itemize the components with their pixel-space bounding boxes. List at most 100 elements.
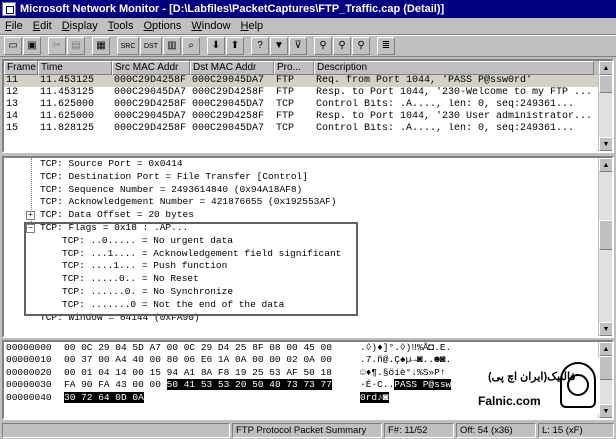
- scroll-down-icon[interactable]: ▼: [599, 322, 612, 336]
- detail-tree: TCP: Source Port = 0x0414 TCP: Destinatio…: [4, 158, 612, 324]
- table-cell: 000C29D4258F: [192, 87, 265, 98]
- column-header[interactable]: Pro...: [274, 61, 314, 75]
- scroll-up-icon[interactable]: ▲: [599, 158, 612, 172]
- table-cell: FTP: [276, 75, 295, 86]
- tree-node[interactable]: + TCP: Data Offset = 20 bytes: [4, 209, 612, 222]
- arrow-down-icon: ⬇: [211, 40, 221, 51]
- tree-node[interactable]: TCP: ...1.... = Acknowledgement field si…: [4, 248, 612, 261]
- column-header[interactable]: Dst MAC Addr: [190, 61, 274, 75]
- find-icon: ⚲: [319, 40, 327, 51]
- menu-options[interactable]: Options: [138, 20, 186, 32]
- hex-ascii[interactable]: .7.ñ@.Ç♠µ→◙..☻◙.: [360, 354, 470, 366]
- scroll-thumb[interactable]: [599, 356, 612, 380]
- find-prev-button[interactable]: ⚲: [352, 37, 370, 55]
- hex-bytes[interactable]: FA 90 FA 43 00 00 50 41 53 53 20 50 40 7…: [64, 379, 360, 391]
- find-next-button[interactable]: ⚲: [333, 37, 351, 55]
- menu-tools[interactable]: Tools: [103, 20, 139, 32]
- column-header[interactable]: Frame: [4, 61, 38, 75]
- hex-bytes[interactable]: 00 01 04 14 00 15 94 A1 8A F8 19 25 53 A…: [64, 367, 360, 379]
- menu-edit[interactable]: Edit: [28, 20, 57, 32]
- open-button[interactable]: ▭: [4, 37, 22, 55]
- arrow-down-button[interactable]: ⬇: [207, 37, 225, 55]
- properties-button[interactable]: ≣: [377, 37, 395, 55]
- menu-window[interactable]: Window: [186, 20, 235, 32]
- copy-button[interactable]: ▤: [67, 37, 85, 55]
- table-cell: 13: [6, 99, 19, 110]
- scroll-up-icon[interactable]: ▲: [599, 61, 612, 75]
- find-button[interactable]: ⚲: [314, 37, 332, 55]
- tree-node[interactable]: TCP: Sequence Number = 2493614840 (0x94A…: [4, 184, 612, 197]
- collapse-icon[interactable]: −: [26, 223, 35, 233]
- column-header[interactable]: Src MAC Addr: [112, 61, 190, 75]
- hex-bytes[interactable]: 30 72 64 0D 0A: [64, 391, 360, 404]
- tree-node[interactable]: TCP: .....0.. = No Reset: [4, 273, 612, 286]
- filter-grid-button[interactable]: ▥: [163, 37, 181, 55]
- tree-node-text: TCP: Data Offset = 20 bytes: [40, 209, 194, 221]
- tree-node[interactable]: − TCP: Flags = 0x18 : .AP...: [4, 222, 612, 235]
- hex-scrollbar[interactable]: ▲ ▼: [598, 342, 612, 418]
- hex-ascii[interactable]: ☺♦¶.§öíè°↓%S»P↑: [360, 367, 470, 379]
- table-cell: 000C29045DA7: [192, 75, 265, 86]
- hex-offset: 00000030: [6, 379, 52, 391]
- hex-ascii-plain: ·É·C..: [360, 379, 395, 391]
- source-mac-button[interactable]: SRC: [117, 37, 139, 55]
- hex-ascii[interactable]: 0rd♪◙: [360, 391, 470, 404]
- save-button[interactable]: ▣: [23, 37, 41, 55]
- arrow-up-button[interactable]: ⬆: [226, 37, 244, 55]
- tree-node[interactable]: TCP: Destination Port = File Transfer [C…: [4, 171, 612, 184]
- menu-help[interactable]: Help: [236, 20, 269, 32]
- filter-edit-button[interactable]: ⊽: [289, 37, 307, 55]
- detail-scrollbar[interactable]: ▲ ▼: [598, 158, 612, 336]
- print-button[interactable]: ▦: [92, 37, 110, 55]
- hex-bytes[interactable]: 00 37 00 A4 40 00 80 06 E6 1A 0A 00 00 0…: [64, 354, 360, 366]
- table-cell: FTP: [276, 87, 295, 98]
- hex-ascii[interactable]: .◊)♦]°.◊)‼%Å◘.E.: [360, 342, 470, 354]
- table-cell: Req. from Port 1044, 'PASS P@ssw0rd': [316, 75, 533, 86]
- cut-button[interactable]: ✂: [48, 37, 66, 55]
- table-row[interactable]: 12 11.453125 000C29045DA7 000C29D4258F FTP Re…: [4, 87, 612, 99]
- expand-icon[interactable]: +: [26, 211, 35, 221]
- logo-seal-icon: [560, 362, 596, 408]
- copy-icon: ▤: [71, 40, 81, 51]
- filter-button[interactable]: ▼: [270, 37, 288, 55]
- tree-node[interactable]: TCP: ..0..... = No urgent data: [4, 235, 612, 248]
- tree-node-text: TCP: Source Port = 0x0414: [40, 158, 183, 169]
- hex-row[interactable]: 00000000 00 0C 29 04 5D A7 00 0C 29 D4 25…: [4, 342, 612, 354]
- table-row[interactable]: 14 11.625000 000C29045DA7 000C29D4258F FTP Re…: [4, 111, 612, 123]
- scroll-thumb[interactable]: [599, 75, 612, 93]
- menu-display[interactable]: Display: [57, 20, 103, 32]
- tree-node-text: TCP: ....1... = Push function: [62, 260, 228, 272]
- table-row[interactable]: 15 11.828125 000C29D4258F 000C29045DA7 TCP Co…: [4, 123, 612, 135]
- scroll-down-icon[interactable]: ▼: [599, 137, 612, 151]
- summary-scrollbar[interactable]: ▲ ▼: [598, 61, 612, 151]
- tree-node[interactable]: TCP: ....1... = Push function: [4, 260, 612, 273]
- table-cell: 12: [6, 87, 19, 98]
- table-cell: Control Bits: .A...., len: 0, seq:249361…: [316, 99, 575, 110]
- table-cell: 000C29045DA7: [114, 87, 187, 98]
- column-header[interactable]: Time: [38, 61, 112, 75]
- hex-offset: 00000010: [6, 354, 52, 366]
- scroll-up-icon[interactable]: ▲: [599, 342, 612, 356]
- table-cell: FTP: [276, 111, 295, 122]
- tree-node[interactable]: TCP: Window = 64144 (0xFA90): [4, 312, 612, 325]
- menu-file[interactable]: File: [0, 20, 28, 32]
- table-row[interactable]: 11 11.453125 000C29D4258F 000C29045DA7 FTP Re…: [4, 75, 612, 87]
- logo-text-en: Falnic.com: [478, 394, 541, 408]
- scroll-thumb[interactable]: [599, 220, 612, 250]
- hex-ascii[interactable]: ·É·C..PASS P@ssw: [360, 379, 470, 391]
- help-button[interactable]: ?: [251, 37, 269, 55]
- table-cell: 15: [6, 123, 19, 134]
- table-row[interactable]: 13 11.625000 000C29D4258F 000C29045DA7 TCP Co…: [4, 99, 612, 111]
- hex-bytes[interactable]: 00 0C 29 04 5D A7 00 0C 29 D4 25 8F 08 0…: [64, 342, 360, 354]
- tree-node[interactable]: TCP: Source Port = 0x0414: [4, 158, 612, 171]
- tree-node[interactable]: TCP: ......0. = No Synchronize: [4, 286, 612, 299]
- table-cell: 000C29D4258F: [114, 99, 187, 110]
- zoom-button[interactable]: ⌕: [182, 37, 200, 55]
- dest-mac-button[interactable]: DST: [140, 37, 162, 55]
- filter-icon: ▼: [274, 40, 284, 51]
- column-header[interactable]: Description: [314, 61, 594, 75]
- tree-node[interactable]: TCP: Acknowledgement Number = 421876655 …: [4, 196, 612, 209]
- tree-node[interactable]: TCP: .......0 = Not the end of the data: [4, 299, 612, 312]
- scroll-down-icon[interactable]: ▼: [599, 404, 612, 418]
- table-cell: 11.625000: [40, 111, 95, 122]
